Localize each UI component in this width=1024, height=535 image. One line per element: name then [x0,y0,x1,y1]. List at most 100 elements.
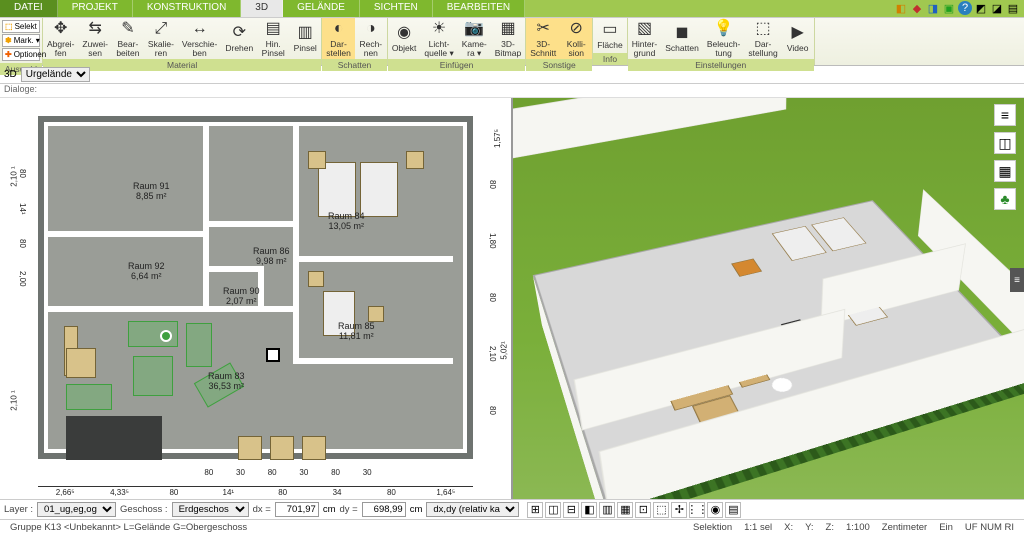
tb-icon[interactable]: ✢ [671,502,687,518]
ribbon-button[interactable]: ⤢ Skalie- ren [144,18,178,59]
status-z: Z: [820,522,840,533]
select-button[interactable]: ⬚Selekt [2,20,40,33]
ribbon-button[interactable]: ▥Pinsel [289,18,321,59]
qa-icon[interactable]: ▣ [942,1,956,15]
ribbon-button[interactable]: 💡Beleuch- tung [703,18,745,59]
dim-label: 1,57⁵ [493,129,502,148]
view-3d[interactable]: ≡ ◫ ▦ ♣ ≡ [513,98,1024,499]
tb-icon[interactable]: ⊞ [527,502,543,518]
ribbon-button[interactable]: ✥Abgrei- fen [43,18,78,59]
ribbon-button[interactable]: 📷Kame- ra ▾ [458,18,491,59]
ribbon-button[interactable]: ⬚Dar- stellung [744,18,781,59]
dx-input[interactable] [275,502,319,517]
selection-target-icon[interactable] [266,348,280,362]
ribbon-label: Schatten [665,44,699,53]
room-label: Raum 91 8,85 m² [133,181,170,201]
ribbon-button[interactable]: ↔Verschie- ben [178,18,221,59]
tb-icon[interactable]: ▦ [617,502,633,518]
dim-label: 30 [288,468,320,477]
furniture-icon[interactable]: ◫ [994,132,1016,154]
dim-label: 2,00 [18,261,27,296]
ribbon-label: Skalie- ren [148,40,174,57]
ribbon-button[interactable]: ◉Objekt [388,18,421,59]
qa-icon[interactable]: ◆ [910,1,924,15]
ribbon-button[interactable]: ▶Video [782,18,814,59]
tb-icon[interactable]: ◫ [545,502,561,518]
tab-3d[interactable]: 3D [241,0,283,17]
tab-projekt[interactable]: PROJEKT [58,0,133,17]
layer-select[interactable]: 01_ug,eg,og [37,502,116,517]
tab-konstruktion[interactable]: KONSTRUKTION [133,0,241,17]
ribbon-label: Kame- ra ▾ [462,40,487,57]
mark-button[interactable]: ✽Mark.▾ [2,34,40,47]
ribbon-icon: ✂ [537,20,550,38]
tab-sichten[interactable]: SICHTEN [360,0,433,17]
ribbon-icon: ⤢ [155,20,168,38]
qa-icon[interactable]: ▤ [1006,1,1020,15]
options-button[interactable]: ✚Optionen [2,48,40,61]
ribbon-button[interactable]: ◼Schatten [661,18,703,59]
ribbon-button[interactable]: ▤Hin. Pinsel [257,18,289,59]
ribbon-button[interactable]: ✂3D- Schnitt [526,18,560,59]
tab-file[interactable]: DATEI [0,0,58,17]
ribbon-label: 3D- Bitmap [495,40,521,57]
coord-mode-select[interactable]: dx,dy (relativ ka [426,502,519,517]
ribbon-group: ✂3D- Schnitt⊘Kolli- sionSonstige [526,18,593,65]
tb-icon[interactable]: ▤ [725,502,741,518]
qa-icon[interactable]: ◨ [926,1,940,15]
house-model [532,200,1024,499]
plant-icon[interactable]: ♣ [994,188,1016,210]
tb-icon[interactable]: ⊡ [635,502,651,518]
ribbon-icon: ✥ [54,20,67,38]
camera-icon[interactable] [160,330,172,342]
tb-icon[interactable]: ◉ [707,502,723,518]
ribbon-button[interactable]: ▦3D- Bitmap [491,18,525,59]
ribbon-button[interactable]: ☀Licht- quelle ▾ [420,18,457,59]
ribbon-button[interactable]: ◑Rech- nen [355,18,387,59]
plan-view-2d[interactable]: Raum 91 8,85 m²Raum 84 13,05 m²Raum 92 6… [0,98,513,499]
ribbon-button[interactable]: ⟳Drehen [221,18,257,59]
tab-bearbeiten[interactable]: BEARBEITEN [433,0,525,17]
tb-icon[interactable]: ▥ [599,502,615,518]
qa-icon[interactable]: ◪ [990,1,1004,15]
ribbon-icon: ▥ [298,24,313,42]
layers-icon[interactable]: ≡ [994,104,1016,126]
tb-icon[interactable]: ⋮⋮ [689,502,705,518]
ribbon-icon: 💡 [714,20,734,38]
dim-label: 1,80 [488,213,497,270]
room-label: Raum 86 9,98 m² [253,246,290,266]
ribbon-button[interactable]: ▭Fläche [593,18,627,53]
qa-icon[interactable]: ◩ [974,1,988,15]
tb-icon[interactable]: ⬚ [653,502,669,518]
tb-icon[interactable]: ◧ [581,502,597,518]
geschoss-select[interactable]: Erdgeschos [172,502,249,517]
group-label: Schatten [322,59,387,71]
ribbon-button[interactable]: ⊘Kolli- sion [560,18,592,59]
side-panel-toggle[interactable]: ≡ [1010,268,1024,292]
qa-icon[interactable]: ◧ [894,1,908,15]
ribbon-label: Dar- stellen [326,40,351,57]
ribbon-button[interactable]: ◐Dar- stellen [322,18,355,59]
help-icon[interactable]: ? [958,1,972,15]
dim-label: 80 [18,226,27,261]
ribbon-group-auswahl: ⬚Selekt ✽Mark.▾ ✚Optionen Auswahl [0,18,43,65]
ribbon-icon: ▭ [602,21,617,39]
view-combo[interactable]: Urgelände [21,67,90,82]
floor-slab: Raum 91 8,85 m²Raum 84 13,05 m²Raum 92 6… [48,126,463,449]
group-label: Sonstige [526,59,592,71]
tab-gelaende[interactable]: GELÄNDE [283,0,360,17]
ribbon-label: Hin. Pinsel [262,40,285,57]
geschoss-label: Geschoss : [120,504,168,515]
ribbon-label: Video [787,44,809,53]
ribbon-button[interactable]: ⇆Zuwei- sen [78,18,112,59]
dy-input[interactable] [362,502,406,517]
status-unit: Zentimeter [876,522,933,533]
status-scale: 1:100 [840,522,876,533]
view-type: 3D [4,69,17,80]
status-sel: Selektion [687,522,738,533]
ribbon-button[interactable]: ✎Bear- beiten [112,18,144,59]
tb-icon[interactable]: ⊟ [563,502,579,518]
palette-icon[interactable]: ▦ [994,160,1016,182]
ribbon-button[interactable]: ▧Hinter- grund [628,18,662,59]
dim-label: 30 [225,468,257,477]
